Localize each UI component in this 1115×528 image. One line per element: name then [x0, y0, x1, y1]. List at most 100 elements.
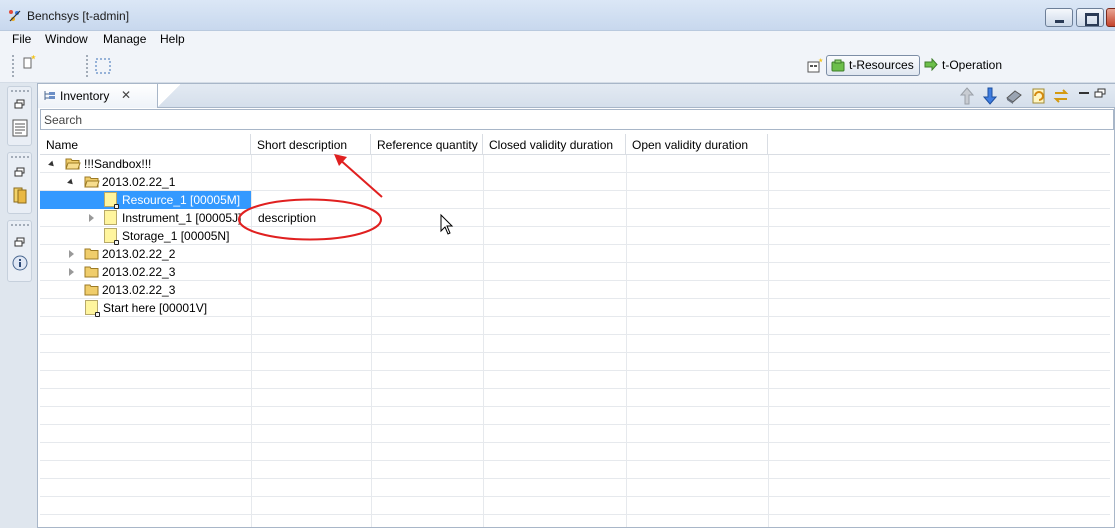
table-row[interactable]: !!!Sandbox!!! [40, 155, 1110, 173]
trim-grip [11, 156, 29, 158]
column-header-reference-quantity[interactable]: Reference quantity [371, 134, 483, 155]
trim-stack-3 [7, 220, 32, 282]
toolbar-grip-2[interactable] [86, 55, 88, 77]
search-box [40, 109, 1114, 130]
tree-item-label: 2013.02.22_1 [102, 175, 176, 189]
tree-item-label: Instrument_1 [00005J] [122, 211, 242, 225]
resource-icon [85, 300, 100, 317]
empty-row [40, 317, 1110, 335]
table-row[interactable]: 2013.02.22_3 [40, 281, 1110, 299]
column-header-short-description[interactable]: Short description [251, 134, 371, 155]
empty-row [40, 371, 1110, 389]
eraser-icon[interactable] [1005, 87, 1023, 105]
table-row[interactable]: 2013.02.22_3 [40, 263, 1110, 281]
search-input[interactable] [41, 110, 1113, 129]
tree-item-label: Start here [00001V] [103, 301, 208, 315]
empty-row [40, 353, 1110, 371]
open-perspective-icon[interactable] [807, 58, 823, 74]
column-header-open-validity[interactable]: Open validity duration [626, 134, 768, 155]
refresh-document-icon[interactable] [1029, 87, 1047, 105]
trim-grip [11, 90, 29, 92]
column-header-name[interactable]: Name [40, 134, 251, 155]
expand-toggle-icon[interactable] [67, 178, 75, 187]
table-header: Name Short description Reference quantit… [40, 134, 1110, 155]
properties-icon[interactable] [12, 119, 28, 137]
menu-file[interactable]: File [12, 32, 31, 46]
tree-item-label: 2013.02.22_3 [102, 265, 176, 279]
table-row[interactable]: Start here [00001V] [40, 299, 1110, 317]
menu-manage[interactable]: Manage [103, 32, 146, 46]
view-tabbar: Inventory ✕ [38, 84, 1115, 108]
empty-row [40, 497, 1110, 515]
move-down-icon[interactable] [983, 87, 997, 105]
menu-help[interactable]: Help [160, 32, 185, 46]
inventory-view: Inventory ✕ Name [37, 83, 1115, 528]
empty-row [40, 335, 1110, 353]
trim-stack-1 [7, 86, 32, 146]
table-row[interactable]: Instrument_1 [00005J] description [40, 209, 1110, 227]
perspective-t-operation[interactable]: t-Operation [922, 58, 1002, 72]
tree-item-label: 2013.02.22_2 [102, 247, 176, 261]
library-icon[interactable] [12, 186, 28, 204]
tab-curve [158, 84, 180, 108]
folder-icon [84, 176, 100, 188]
window-titlebar: Benchsys [t-admin] [0, 0, 1115, 31]
storage-icon [104, 228, 119, 245]
column-header-closed-validity[interactable]: Closed validity duration [483, 134, 626, 155]
perspective-t-operation-label: t-Operation [942, 58, 1003, 72]
empty-row [40, 407, 1110, 425]
empty-row [40, 443, 1110, 461]
close-tab-icon[interactable]: ✕ [121, 88, 131, 102]
close-window-button[interactable] [1106, 8, 1115, 27]
folder-icon [84, 266, 99, 278]
inventory-tree-icon [44, 91, 55, 100]
tree-item-label: Storage_1 [00005N] [122, 229, 230, 243]
info-icon[interactable] [12, 255, 28, 271]
inventory-table: Name Short description Reference quantit… [40, 134, 1114, 527]
perspective-switcher: t-Resources t-Operation [804, 55, 1044, 77]
resource-icon [104, 192, 119, 209]
empty-row [40, 389, 1110, 407]
move-up-icon[interactable] [960, 87, 974, 105]
tree-item-label: Resource_1 [00005M] [122, 193, 241, 207]
folder-icon [84, 284, 99, 296]
empty-row [40, 425, 1110, 443]
sync-arrows-icon[interactable] [1052, 87, 1070, 105]
perspective-t-resources-label: t-Resources [849, 58, 914, 72]
empty-row [40, 461, 1110, 479]
maximize-button[interactable] [1076, 8, 1104, 27]
restore-icon[interactable] [14, 237, 26, 247]
collapsed-toggle-icon[interactable] [89, 214, 94, 222]
collapsed-toggle-icon[interactable] [69, 250, 74, 258]
trim-grip [11, 224, 29, 226]
table-row[interactable]: Storage_1 [00005N] [40, 227, 1110, 245]
window-title: Benchsys [t-admin] [27, 9, 130, 23]
minimize-view-icon[interactable] [1078, 87, 1090, 105]
tab-inventory[interactable]: Inventory ✕ [38, 84, 158, 108]
restore-icon[interactable] [14, 167, 26, 177]
tree-item-label: !!!Sandbox!!! [84, 157, 152, 171]
instrument-icon [104, 210, 117, 225]
table-row[interactable]: 2013.02.22_2 [40, 245, 1110, 263]
menu-window[interactable]: Window [45, 32, 88, 46]
new-item-icon[interactable] [22, 55, 38, 71]
toolbar-grip[interactable] [12, 55, 14, 77]
folder-icon [84, 248, 99, 260]
maximize-view-icon[interactable] [1094, 87, 1106, 105]
tree-item-label: 2013.02.22_3 [102, 283, 176, 297]
expand-toggle-icon[interactable] [48, 160, 56, 169]
menu-bar: File Window Manage Help [0, 31, 1115, 49]
benchsys-logo-icon [9, 10, 21, 22]
table-row-selected[interactable]: Resource_1 [00005M] [40, 191, 1110, 209]
restore-icon[interactable] [14, 99, 26, 109]
trim-stack-2 [7, 152, 32, 214]
perspective-t-resources[interactable]: t-Resources [826, 55, 920, 76]
collapsed-toggle-icon[interactable] [69, 268, 74, 276]
empty-row [40, 479, 1110, 497]
marquee-select-icon[interactable] [94, 57, 112, 75]
folder-icon [65, 158, 81, 170]
minimize-button[interactable] [1045, 8, 1073, 27]
table-row[interactable]: 2013.02.22_1 [40, 173, 1110, 191]
tab-inventory-label: Inventory [60, 89, 110, 103]
short-description-cell[interactable]: description [258, 211, 316, 225]
